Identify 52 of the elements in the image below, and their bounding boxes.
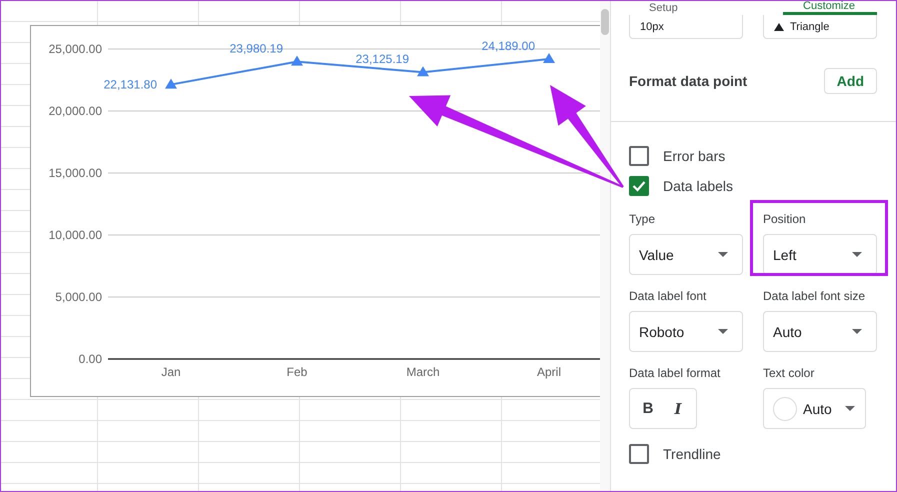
caret-icon: [718, 252, 728, 257]
tab[interactable]: Customize: [783, 1, 877, 15]
data-label: 23,125.19: [356, 52, 409, 66]
italic-button[interactable]: I: [664, 394, 692, 422]
dropdown[interactable]: Auto: [763, 311, 877, 352]
x-axis-label: March: [406, 365, 440, 379]
data-label: 23,980.19: [230, 42, 283, 56]
color-swatch-icon: [773, 396, 797, 420]
bold-button[interactable]: B: [634, 394, 662, 422]
caret-icon: [718, 329, 728, 334]
data-point: [543, 53, 555, 64]
y-axis-label: 15,000.00: [48, 166, 102, 180]
checkbox-label: Data labels: [663, 178, 734, 194]
data-point: [417, 66, 429, 76]
point-size-dropdown[interactable]: 10px: [629, 15, 743, 39]
field-label: Data label format: [629, 366, 722, 380]
section-label: Format data point: [629, 73, 748, 89]
field-label: Position: [763, 212, 807, 226]
y-axis-label: 5,000.00: [55, 290, 102, 304]
color-dropdown[interactable]: Auto: [763, 388, 866, 429]
checkbox[interactable]: [629, 176, 649, 196]
dropdown[interactable]: Left: [763, 234, 877, 275]
caret-icon: [852, 252, 862, 257]
y-axis-label: 20,000.00: [48, 104, 102, 118]
field-label: Data label font: [629, 289, 708, 303]
checkbox[interactable]: [629, 146, 649, 166]
check-icon: [632, 180, 646, 192]
triangle-icon: [774, 22, 784, 30]
field-label: Type: [629, 212, 656, 226]
checkbox-label: Error bars: [663, 148, 726, 164]
data-point: [291, 56, 303, 66]
data-point: [165, 78, 177, 89]
x-axis-label: Feb: [286, 365, 308, 379]
x-axis-label: April: [537, 365, 561, 379]
dropdown[interactable]: Roboto: [629, 311, 743, 352]
caret-icon: [845, 406, 855, 411]
checkbox-label: Trendline: [663, 446, 721, 462]
y-axis-label: 25,000.00: [48, 42, 102, 56]
point-shape-dropdown[interactable]: Triangle: [763, 15, 877, 39]
dropdown[interactable]: Value: [629, 234, 743, 275]
data-label: 22,131.80: [104, 78, 157, 92]
add-button[interactable]: Add: [824, 68, 877, 94]
caret-icon: [852, 329, 862, 334]
scrollbar-thumb[interactable]: [601, 9, 609, 35]
checkbox[interactable]: [629, 444, 649, 464]
field-label: Text color: [763, 366, 816, 380]
y-axis-label: 0.00: [78, 352, 102, 366]
y-axis-label: 10,000.00: [48, 228, 102, 242]
data-label: 24,189.00: [482, 39, 535, 54]
field-label: Data label font size: [763, 289, 866, 303]
tab[interactable]: Setup: [629, 1, 700, 15]
x-axis-label: Jan: [161, 365, 181, 379]
